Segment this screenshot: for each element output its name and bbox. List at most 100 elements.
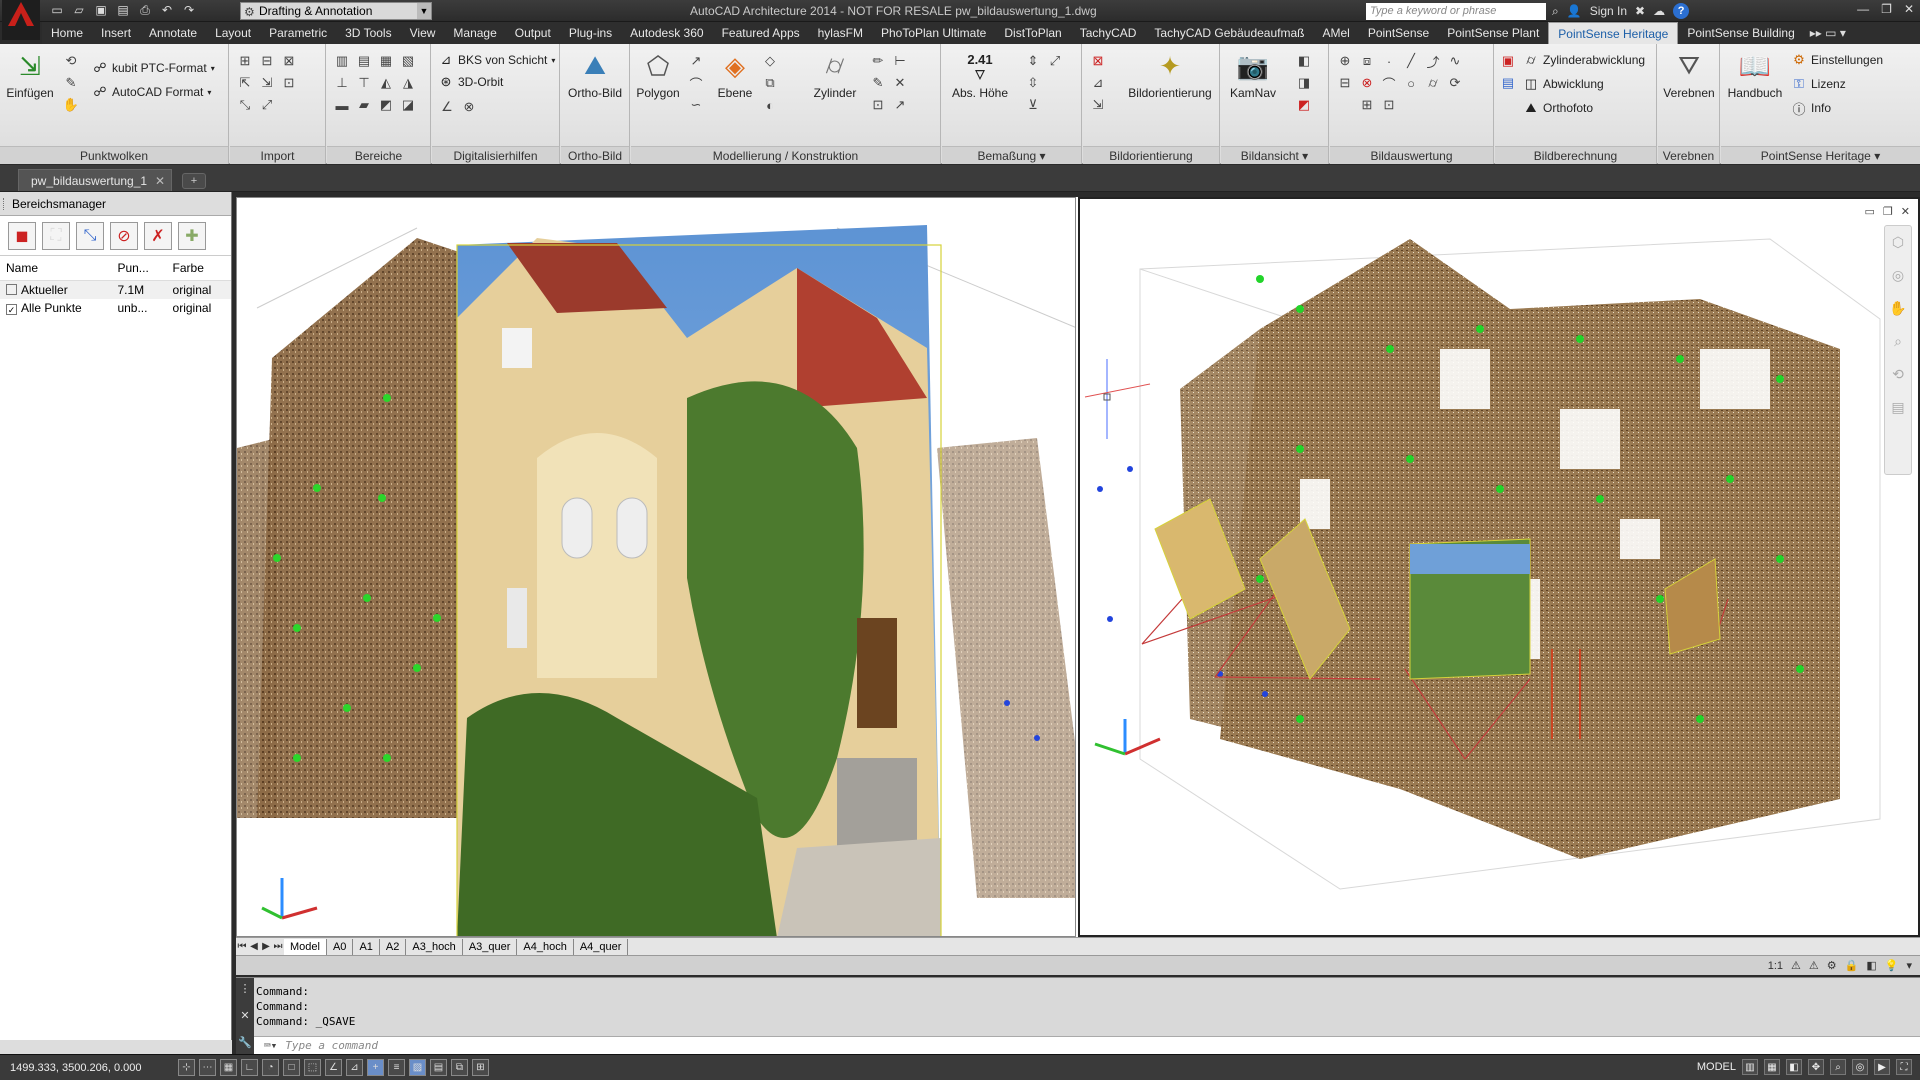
- close-tab-icon[interactable]: ✕: [155, 170, 165, 192]
- hide-region-icon[interactable]: ⊘: [110, 222, 138, 250]
- orthofoto-button[interactable]: ⛰ Orthofoto: [1523, 100, 1594, 116]
- view-c-icon[interactable]: ◩: [1295, 96, 1313, 114]
- close-viewport-icon[interactable]: ✕: [1901, 205, 1910, 218]
- application-menu-button[interactable]: [2, 0, 40, 40]
- ribbon-tab[interactable]: Plug-ins: [560, 22, 621, 44]
- import-c-icon[interactable]: ⊠: [280, 52, 298, 70]
- drag-handle[interactable]: [3, 198, 7, 210]
- pan-status-icon[interactable]: ✥: [1808, 1059, 1824, 1075]
- info-button[interactable]: ⓘ Info: [1791, 100, 1831, 117]
- pan-icon[interactable]: ✋: [1889, 300, 1906, 317]
- ebene-button[interactable]: ◈ Ebene: [711, 50, 759, 101]
- viewport-left[interactable]: [236, 197, 1076, 937]
- row-checkbox[interactable]: [6, 284, 17, 295]
- cloud-hand-icon[interactable]: ✋: [62, 96, 80, 114]
- autocad-format-button[interactable]: ☍ AutoCAD Format ▾: [92, 84, 211, 100]
- region-i-icon[interactable]: ▬: [333, 96, 351, 114]
- bildorientierung-button[interactable]: ✦ Bildorientierung: [1123, 50, 1217, 101]
- workspace-select[interactable]: ⚙ Drafting & Annotation ▼: [240, 2, 432, 20]
- ribbon-tab[interactable]: Featured Apps: [713, 22, 809, 44]
- orient-a-icon[interactable]: ⊠: [1089, 52, 1107, 70]
- table-row[interactable]: Aktueller 7.1M original: [0, 280, 231, 299]
- region-d-icon[interactable]: ▧: [399, 52, 417, 70]
- ribbon-tab[interactable]: Manage: [444, 22, 505, 44]
- polyline-icon[interactable]: ⤴: [1424, 52, 1442, 70]
- column-header-points[interactable]: Pun...: [111, 256, 167, 281]
- cmd-close-icon[interactable]: ✕: [240, 1009, 249, 1022]
- rotate-icon[interactable]: ⟳: [1446, 74, 1464, 92]
- quick-view-layouts-icon[interactable]: ▥: [1742, 1059, 1758, 1075]
- vertical-icon[interactable]: ⊢: [891, 52, 909, 70]
- column-header-color[interactable]: Farbe: [166, 256, 231, 281]
- ribbon-tab[interactable]: PhoToPlan Ultimate: [872, 22, 995, 44]
- clean-screen-icon[interactable]: ⛶: [1896, 1059, 1912, 1075]
- lwt-mode-icon[interactable]: ≡: [388, 1059, 405, 1076]
- ribbon-tab[interactable]: PointSense: [1359, 22, 1438, 44]
- a360-icon[interactable]: ☁: [1653, 4, 1665, 18]
- cyl-icon[interactable]: ⌭: [1424, 74, 1442, 92]
- first-tab-icon[interactable]: ⏮: [236, 941, 248, 952]
- kubit-ptc-format-button[interactable]: ☍ kubit PTC-Format ▾: [92, 60, 214, 76]
- open-icon[interactable]: ▱: [70, 3, 88, 18]
- layout-tab[interactable]: Model: [284, 938, 327, 955]
- brush-icon[interactable]: ✎: [869, 74, 887, 92]
- abwicklung-button[interactable]: ◫ Abwicklung: [1523, 76, 1604, 92]
- restore-icon[interactable]: ❐: [1881, 2, 1892, 16]
- ortho-bild-button[interactable]: ⛰ Ortho-Bild: [563, 50, 627, 100]
- grid-mode-icon[interactable]: ▦: [220, 1059, 237, 1076]
- layout-tab[interactable]: A3_hoch: [406, 938, 463, 955]
- ribbon-tab[interactable]: DistToPlan: [995, 22, 1070, 44]
- ribbon-tab[interactable]: Home: [42, 22, 92, 44]
- more-tabs-icon[interactable]: ▸▸ ▭ ▾: [1804, 26, 1852, 40]
- 3dosnap-mode-icon[interactable]: ⬚: [304, 1059, 321, 1076]
- ribbon-tab[interactable]: Output: [506, 22, 560, 44]
- layout-tab[interactable]: A4_hoch: [517, 938, 574, 955]
- otrack-mode-icon[interactable]: ∠: [325, 1059, 342, 1076]
- sign-in-link[interactable]: Sign In: [1590, 4, 1627, 18]
- zoom-icon[interactable]: ⌕: [1894, 333, 1902, 350]
- command-input[interactable]: ⌨▾ Type a command: [254, 1036, 1920, 1055]
- user-icon[interactable]: 👤: [1567, 4, 1582, 18]
- orbit-3d-button[interactable]: ⊛ 3D-Orbit: [438, 74, 504, 90]
- orient-c-icon[interactable]: ⇲: [1089, 96, 1107, 114]
- layout-tab[interactable]: A1: [353, 938, 380, 955]
- binoculars-icon[interactable]: ⌕: [1552, 4, 1559, 19]
- ribbon-tab[interactable]: Layout: [206, 22, 260, 44]
- ribbon-tab[interactable]: hylasFM: [809, 22, 872, 44]
- region-j-icon[interactable]: ▰: [355, 96, 373, 114]
- import-d-icon[interactable]: ⇱: [236, 74, 254, 92]
- new-tab-button[interactable]: +: [182, 173, 206, 189]
- import-f-icon[interactable]: ⊡: [280, 74, 298, 92]
- abs-hoehe-button[interactable]: 2.41 ▽ Abs. Höhe: [948, 50, 1012, 101]
- hardware-accel-icon[interactable]: ◧: [1866, 959, 1876, 972]
- zoom-status-icon[interactable]: ⌕: [1830, 1059, 1846, 1075]
- arc-tool-icon[interactable]: ⌒: [687, 74, 705, 92]
- quick-view-drawings-icon[interactable]: ▦: [1764, 1059, 1780, 1075]
- cross-icon[interactable]: ✕: [891, 74, 909, 92]
- ducs-mode-icon[interactable]: ⊿: [346, 1059, 363, 1076]
- row-checkbox[interactable]: ✓: [6, 304, 17, 315]
- status-menu-icon[interactable]: ▾: [1906, 959, 1912, 972]
- angle-icon[interactable]: ∠: [438, 98, 456, 116]
- ribbon-tab[interactable]: 3D Tools: [336, 22, 400, 44]
- viewcube-icon[interactable]: ⬡: [1892, 234, 1904, 251]
- orient-b-icon[interactable]: ⊿: [1089, 74, 1107, 92]
- handbuch-button[interactable]: 📖 Handbuch: [1725, 50, 1785, 101]
- ribbon-tab[interactable]: PointSense Heritage: [1548, 21, 1679, 45]
- command-prompt-icon[interactable]: ⌨▾: [264, 1039, 277, 1052]
- calc-a-icon[interactable]: ▣: [1499, 52, 1517, 70]
- eval-e-icon[interactable]: ⊞: [1358, 96, 1376, 114]
- close-icon[interactable]: ✕: [1904, 2, 1914, 16]
- prev-tab-icon[interactable]: ◀: [248, 941, 260, 952]
- ribbon-tab[interactable]: Annotate: [140, 22, 206, 44]
- line-tool-icon[interactable]: ↗: [687, 52, 705, 70]
- kamnav-button[interactable]: 📷 KamNav: [1225, 50, 1281, 101]
- region-e-icon[interactable]: ⊥: [333, 74, 351, 92]
- eval-f-icon[interactable]: ⊡: [1380, 96, 1398, 114]
- showmotion-icon[interactable]: ▤: [1891, 399, 1904, 416]
- import-b-icon[interactable]: ⊟: [258, 52, 276, 70]
- layout-tab[interactable]: A4_quer: [574, 938, 629, 955]
- exchange-icon[interactable]: ✖: [1635, 4, 1645, 18]
- import-e-icon[interactable]: ⇲: [258, 74, 276, 92]
- steeringwheel-status-icon[interactable]: ◎: [1852, 1059, 1868, 1075]
